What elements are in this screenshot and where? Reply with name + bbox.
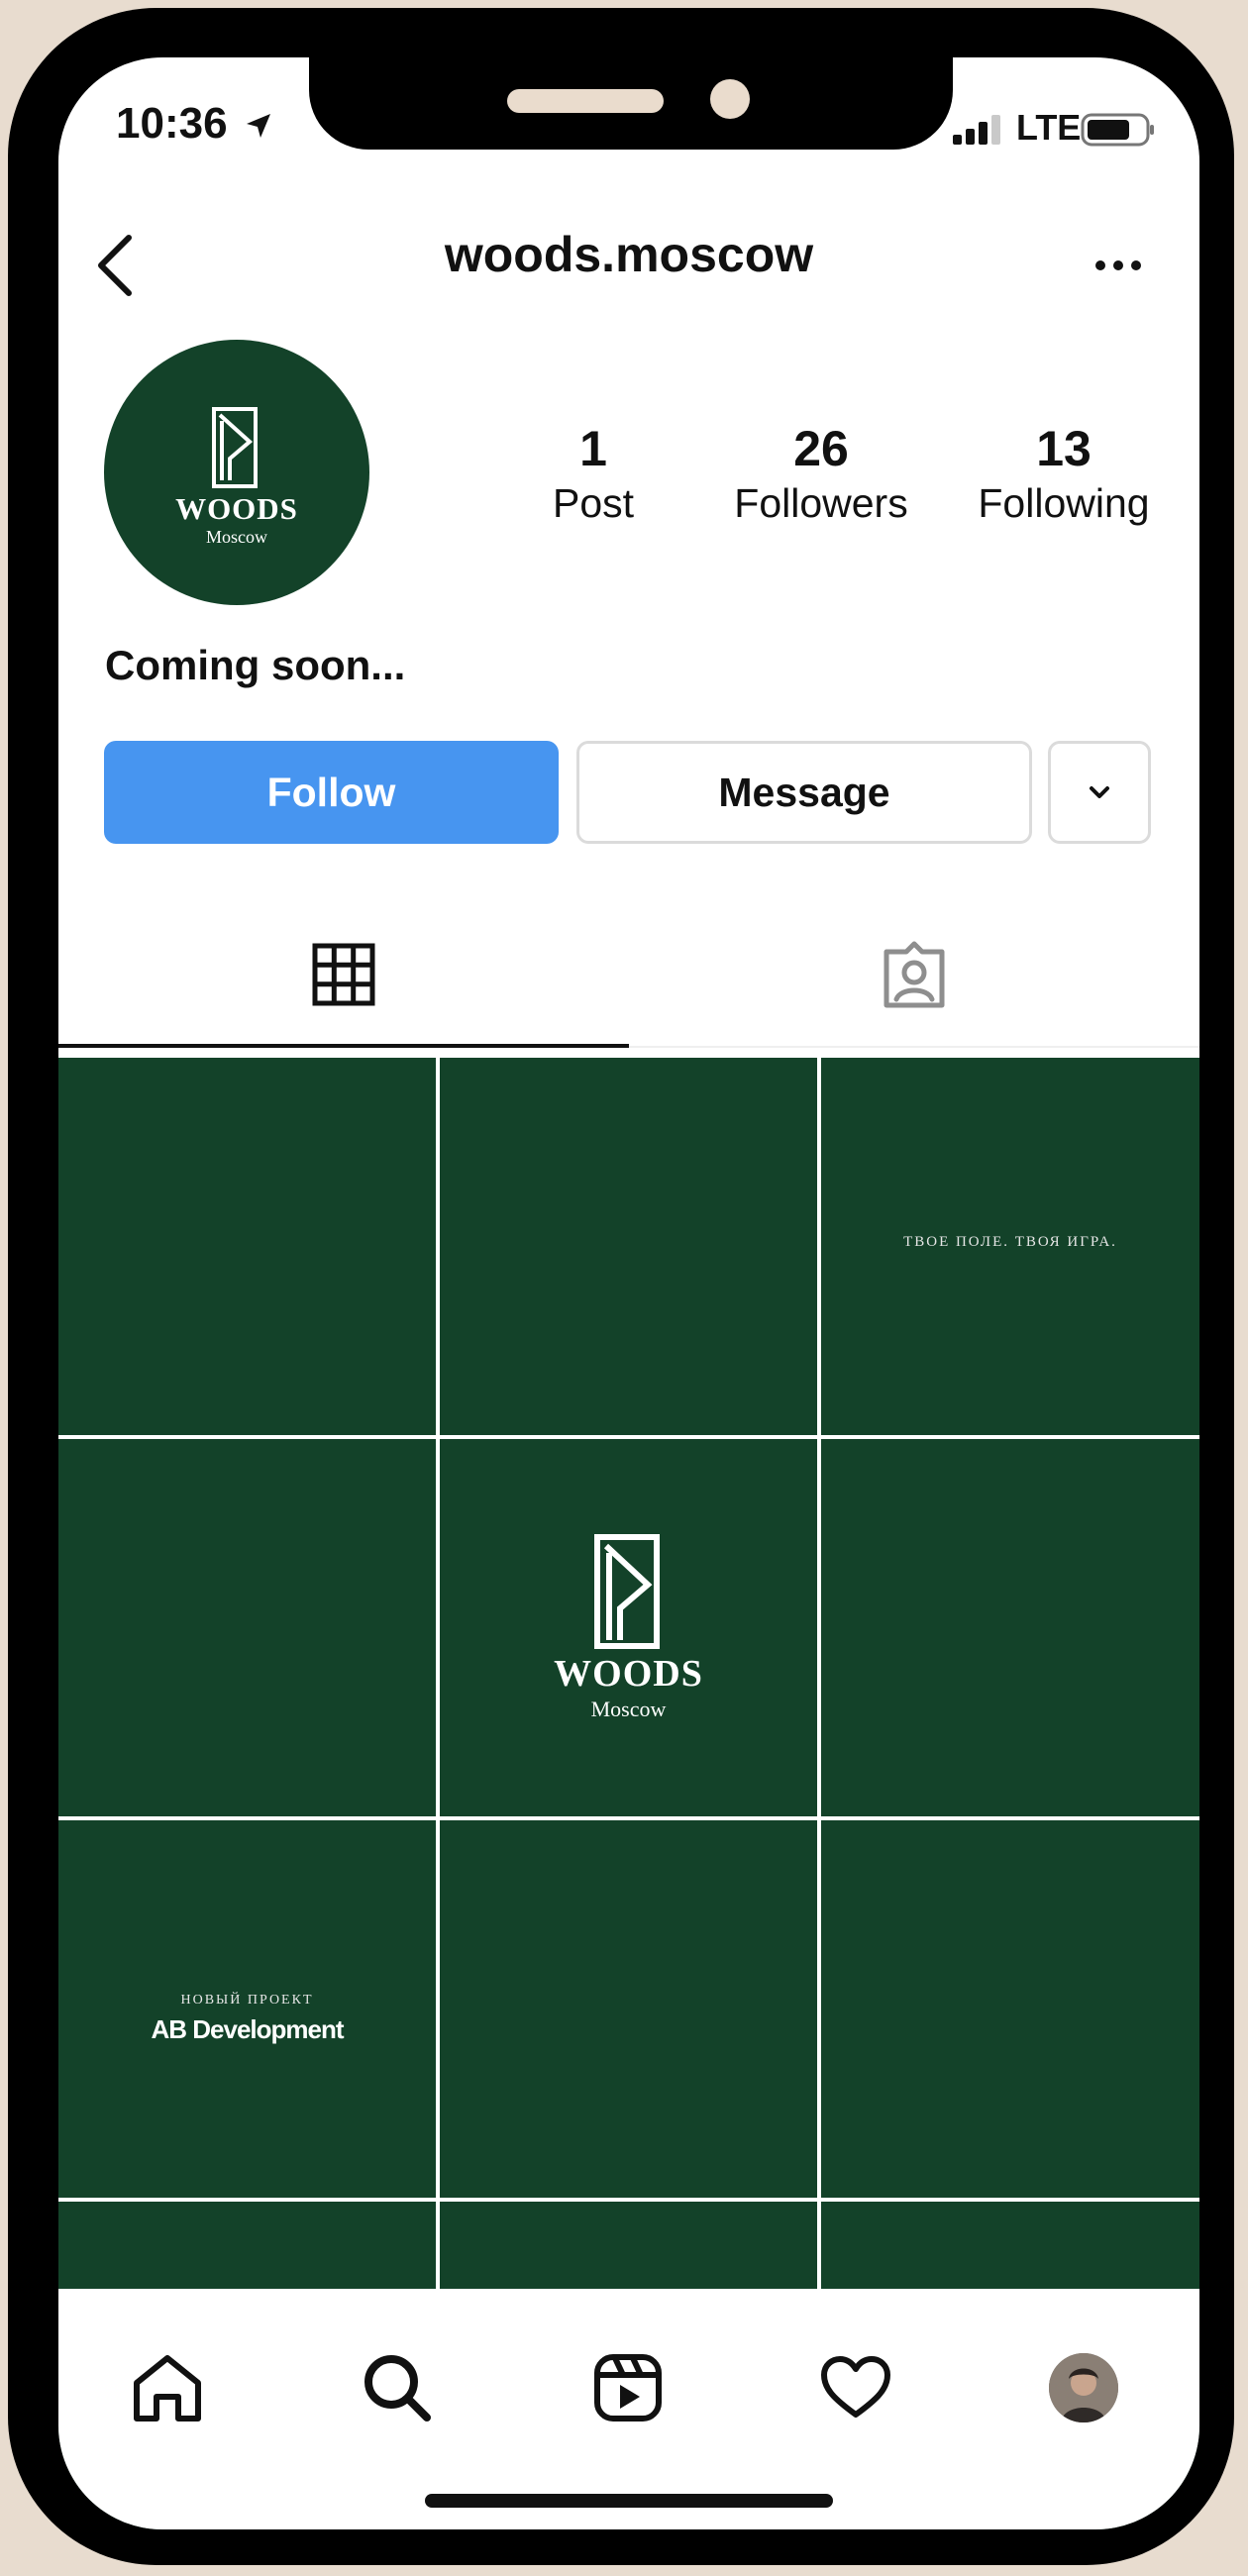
avatar-logo-subtext: Moscow [206,527,267,547]
chevron-down-icon [1090,786,1109,798]
post-project-subtitle: НОВЫЙ ПРОЕКТ [180,1993,314,2008]
phone-frame: 10:36 LTE woods.moscow WOODS Moscow 1 Po… [8,8,1234,2565]
profile-photo-icon [1049,2353,1118,2422]
stat-followers-value: 26 [793,421,849,476]
post-logo-subtext: Moscow [590,1697,667,1721]
screen: 10:36 LTE woods.moscow WOODS Moscow 1 Po… [58,57,1199,2529]
post-tile[interactable]: ТВОЕ ПОЛЕ. ТВОЯ ИГРА. [821,1058,1199,1435]
stat-posts-label: Post [552,480,635,526]
profile-avatar[interactable]: WOODS Moscow [104,340,369,605]
post-logo-text: WOODS [554,1653,703,1695]
post-tile[interactable] [58,1058,436,1435]
home-icon [134,2355,201,2421]
post-tile[interactable]: WOODS Moscow [440,1439,817,1816]
nav-home[interactable] [128,2348,207,2427]
tab-posts-grid[interactable] [58,904,629,1048]
avatar-logo-text: WOODS [175,491,298,526]
network-type: LTE [1016,107,1082,148]
notch [309,57,953,150]
post-tile[interactable]: НОВЫЙ ПРОЕКТ AB Development [58,1820,436,2198]
stat-following[interactable]: 13 Following [930,419,1197,528]
nav-profile[interactable] [1044,2348,1123,2427]
battery-icon [1081,113,1154,147]
search-icon [364,2355,431,2421]
follow-button[interactable]: Follow [104,741,559,844]
post-tile[interactable] [440,1058,817,1435]
location-arrow-icon [247,114,270,138]
post-project-title: AB Development [151,2014,344,2044]
speaker [507,89,664,113]
stat-posts[interactable]: 1 Post [484,419,702,528]
reels-icon [594,2354,662,2421]
post-quote-text: ТВОЕ ПОЛЕ. ТВОЯ ИГРА. [903,1234,1117,1250]
avatar [1049,2353,1118,2422]
stat-following-label: Following [978,480,1150,526]
home-indicator[interactable] [425,2494,833,2508]
stat-followers[interactable]: 26 Followers [692,419,950,528]
stat-followers-label: Followers [734,480,908,526]
profile-bio: Coming soon... [105,642,406,688]
tagged-icon [884,941,945,1007]
profile-username: woods.moscow [444,227,814,282]
front-camera [710,79,750,119]
post-tile[interactable] [821,1439,1199,1816]
stat-posts-value: 1 [579,421,607,476]
grid-icon [312,943,375,1005]
signal-icon [953,115,1000,145]
more-icon[interactable] [1089,246,1148,285]
status-time: 10:36 [116,99,228,148]
stat-following-value: 13 [1036,421,1092,476]
heart-icon [821,2356,890,2418]
suggested-accounts-button[interactable] [1048,741,1151,844]
nav-reels[interactable] [588,2348,668,2427]
woods-logo-icon [594,1534,660,1649]
tab-tagged[interactable] [629,904,1199,1048]
nav-search[interactable] [358,2348,437,2427]
post-tile[interactable] [58,1439,436,1816]
post-tile[interactable] [821,1820,1199,2198]
post-tile[interactable] [440,1820,817,2198]
message-button[interactable]: Message [576,741,1032,844]
woods-logo-icon [212,407,258,488]
nav-activity[interactable] [816,2348,895,2427]
